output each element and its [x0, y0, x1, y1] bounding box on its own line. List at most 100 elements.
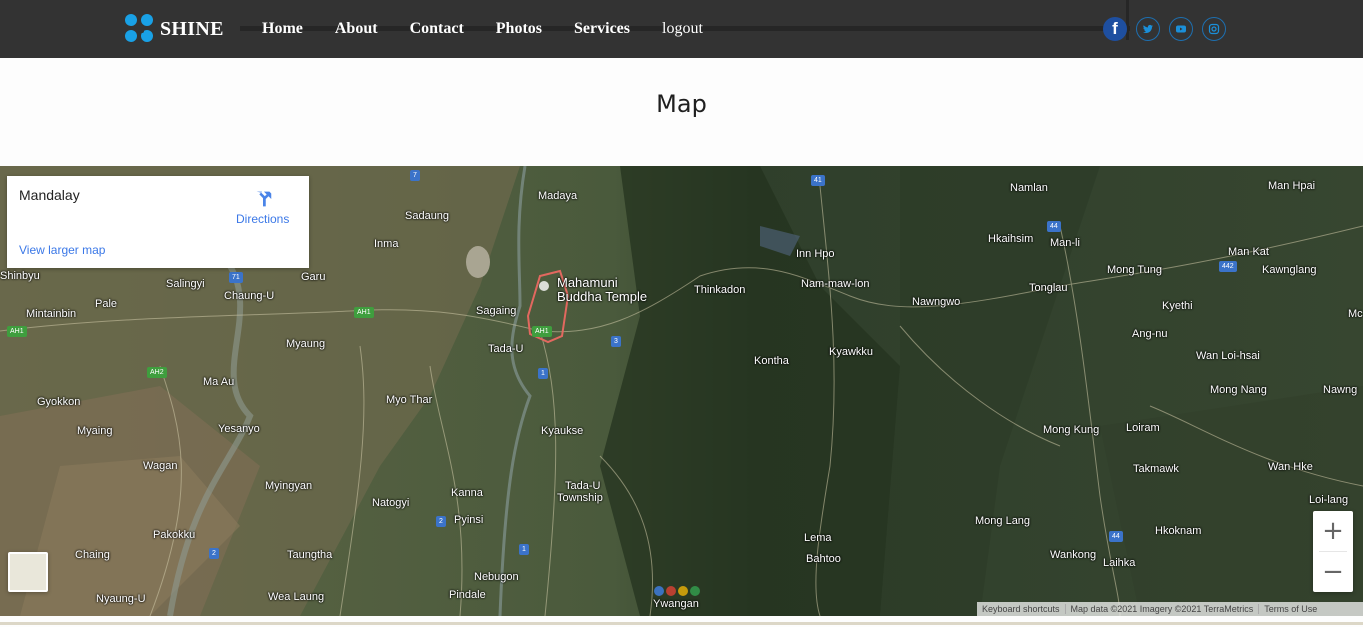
- place-name: Mandalay: [19, 187, 80, 203]
- map-label: Ma Au: [203, 376, 235, 388]
- map-label: Hkaihsim: [988, 233, 1034, 245]
- keyboard-shortcuts-link[interactable]: Keyboard shortcuts: [977, 604, 1066, 614]
- map-label: Takmawk: [1133, 463, 1179, 475]
- map-label: Tada-U: [565, 480, 601, 492]
- map-label: Wan Hke: [1268, 461, 1313, 473]
- map-label: Nyaung-U: [96, 593, 146, 605]
- nav-about[interactable]: About: [335, 19, 378, 39]
- map-label: Kontha: [754, 355, 789, 367]
- map-label: Lema: [804, 532, 832, 544]
- map-label: Nawng: [1323, 384, 1358, 396]
- map-label: Myaung: [286, 338, 326, 350]
- map-label: Tonglau: [1029, 282, 1068, 294]
- map-label: Kyawkku: [829, 346, 874, 358]
- map-label: Mc: [1348, 308, 1363, 320]
- map-label: Nebugon: [474, 571, 519, 583]
- map-label: Wankong: [1050, 549, 1097, 561]
- map-label: Pindale: [449, 589, 486, 601]
- route-shield: 1: [519, 544, 529, 555]
- brand-name[interactable]: SHINE: [160, 18, 224, 41]
- view-larger-map-link[interactable]: View larger map: [19, 243, 105, 257]
- facebook-icon[interactable]: f: [1103, 17, 1127, 41]
- route-shield: 2: [436, 516, 446, 527]
- zoom-in-button[interactable]: +: [1313, 511, 1353, 551]
- route-shield: 44: [1047, 221, 1061, 232]
- page-title: Map: [656, 90, 707, 118]
- route-shield: 1: [538, 368, 548, 379]
- map-label: Sadaung: [405, 210, 450, 222]
- map-label: Ang-nu: [1132, 328, 1168, 340]
- map-label: Tada-U: [488, 343, 524, 355]
- map-label: Taungtha: [287, 549, 333, 561]
- google-logo-icon[interactable]: [654, 584, 706, 598]
- map-label: Man Hpai: [1268, 180, 1316, 192]
- youtube-icon[interactable]: [1169, 17, 1193, 41]
- twitter-icon[interactable]: [1136, 17, 1160, 41]
- map-label: Sagaing: [476, 305, 517, 317]
- embedded-map[interactable]: Madaya Sadaung Inma Garu Sagaing Mahamun…: [0, 166, 1363, 616]
- navbar: SHINE Home About Contact Photos Services…: [0, 0, 1363, 58]
- nav-logout[interactable]: logout: [662, 19, 703, 39]
- map-label: Nawngwo: [912, 296, 961, 308]
- zoom-out-button[interactable]: −: [1313, 552, 1353, 592]
- map-label: Inn Hpo: [796, 248, 835, 260]
- map-label: Natogyi: [372, 497, 410, 509]
- map-label: Myaing: [77, 425, 113, 437]
- map-label: Mahamuni: [557, 275, 618, 290]
- map-label: Loiram: [1126, 422, 1160, 434]
- terms-of-use-link[interactable]: Terms of Use: [1259, 604, 1322, 614]
- map-label: Hkoknam: [1155, 525, 1202, 537]
- nav-contact[interactable]: Contact: [410, 19, 464, 39]
- route-shield: 2: [209, 548, 219, 559]
- map-label: Thinkadon: [694, 284, 746, 296]
- nav-photos[interactable]: Photos: [496, 19, 542, 39]
- instagram-icon[interactable]: [1202, 17, 1226, 41]
- map-label: Pakokku: [153, 529, 196, 541]
- map-label: Wagan: [143, 460, 178, 472]
- map-label: Mintainbin: [26, 308, 77, 320]
- map-label: Township: [557, 492, 603, 504]
- map-label: Namlan: [1010, 182, 1048, 194]
- map-label: Garu: [301, 271, 326, 283]
- zoom-control: + −: [1313, 511, 1353, 592]
- route-shield: 71: [229, 272, 243, 283]
- map-label: Gyokkon: [37, 396, 81, 408]
- nav-services[interactable]: Services: [574, 19, 630, 39]
- map-label: Kawnglang: [1262, 264, 1317, 276]
- directions-icon[interactable]: [252, 188, 274, 210]
- route-shield: 442: [1219, 261, 1237, 272]
- place-info-card: Mandalay Directions View larger map: [7, 176, 309, 268]
- route-shield: 3: [611, 336, 621, 347]
- nav-home[interactable]: Home: [262, 19, 303, 39]
- social-links: f: [1103, 17, 1235, 41]
- map-label: Yesanyo: [218, 423, 260, 435]
- map-label: Chaing: [75, 549, 110, 561]
- map-label: Man Kat: [1228, 246, 1269, 258]
- map-label: Mong Tung: [1107, 264, 1163, 276]
- directions-link[interactable]: Directions: [236, 212, 289, 226]
- map-label: Wea Laung: [268, 591, 325, 603]
- main-nav: Home About Contact Photos Services logou…: [262, 19, 735, 39]
- map-label: Bahtoo: [806, 553, 841, 565]
- route-shield: AH1: [354, 307, 374, 318]
- map-label: Mong Kung: [1043, 424, 1100, 436]
- route-shield: 41: [811, 175, 825, 186]
- map-data-credit: Map data ©2021 Imagery ©2021 TerraMetric…: [1066, 604, 1260, 614]
- brand[interactable]: SHINE: [124, 13, 224, 45]
- map-type-toggle[interactable]: [8, 552, 48, 592]
- map-label: Shinbyu: [0, 270, 40, 282]
- map-label: Kanna: [451, 487, 483, 499]
- map-label: Mong Lang: [975, 515, 1031, 527]
- map-label: Wan Loi-hsai: [1196, 350, 1260, 362]
- footer-divider: [0, 622, 1363, 625]
- map-label: Madaya: [538, 190, 578, 202]
- map-label: Chaung-U: [224, 290, 275, 302]
- route-shield: 7: [410, 170, 420, 181]
- map-label: Pyinsi: [454, 514, 484, 526]
- map-label: Man-li: [1050, 237, 1080, 249]
- route-shield: AH1: [532, 326, 552, 337]
- map-label: Buddha Temple: [557, 289, 648, 304]
- map-label: Nam-maw-lon: [801, 278, 870, 290]
- map-label: Loi-lang: [1309, 494, 1349, 506]
- map-attribution: Keyboard shortcuts Map data ©2021 Imager…: [977, 602, 1363, 616]
